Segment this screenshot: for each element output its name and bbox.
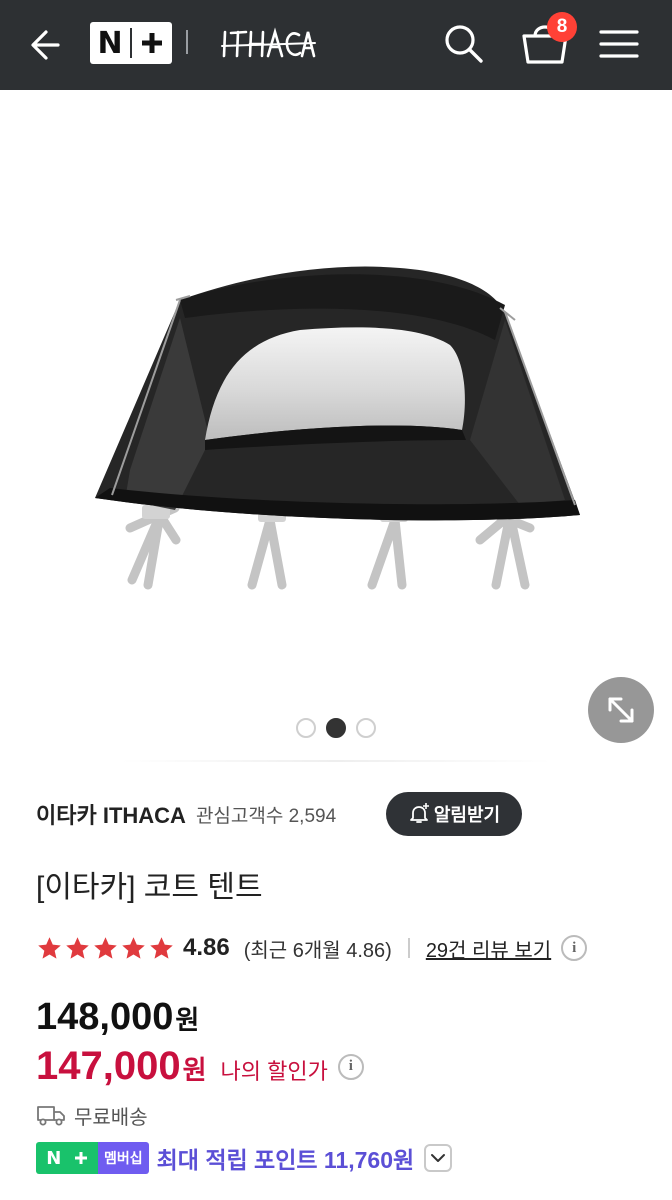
info-icon[interactable]: i — [337, 1053, 364, 1080]
plus-icon — [74, 1152, 87, 1164]
shipping-label: 무료배송 — [74, 1106, 148, 1129]
n-letter: N — [97, 25, 123, 61]
header-divider — [186, 30, 188, 54]
sale-price-value: 147,000 — [36, 1044, 181, 1088]
bell-plus-icon — [409, 803, 429, 823]
notification-button-label: 알림받기 — [433, 805, 501, 825]
expand-diagonal-icon — [608, 697, 634, 723]
pagination-dot[interactable] — [356, 718, 376, 738]
plus-icon — [132, 22, 172, 64]
rating-score: 4.86 — [183, 934, 230, 961]
product-image — [95, 266, 580, 590]
store-info-row: 이타카 ITHACA 관심고객수 2,594 — [36, 790, 636, 838]
product-title: [이타카] 코트 텐트 — [36, 871, 263, 904]
star-icon — [94, 936, 117, 959]
gallery-pagination — [296, 718, 380, 738]
original-price-unit: 원 — [175, 1005, 200, 1035]
membership-points-row[interactable]: N 멤버십 최대 적립 포인트 11,760원 — [36, 1140, 453, 1176]
reviews-link[interactable]: 29건 리뷰 보기 — [426, 934, 551, 963]
naver-plus-logo[interactable]: N — [90, 22, 172, 64]
product-image-gallery[interactable] — [0, 90, 672, 762]
arrow-left-icon[interactable] — [24, 22, 70, 68]
chevron-down-icon[interactable] — [424, 1144, 453, 1172]
original-price: 148,000 원 — [36, 996, 199, 1039]
expand-image-button[interactable] — [588, 677, 654, 743]
max-points-text: 최대 적립 포인트 11,760원 — [156, 1147, 415, 1173]
info-icon[interactable]: i — [561, 935, 588, 961]
rating-stars — [36, 935, 175, 962]
membership-label: 멤버십 — [98, 1142, 149, 1174]
star-icon — [150, 936, 173, 959]
star-icon — [122, 936, 145, 959]
notification-subscribe-button[interactable]: 알림받기 — [386, 792, 522, 836]
original-price-value: 148,000 — [36, 996, 174, 1038]
search-icon[interactable] — [440, 20, 486, 66]
sale-price-unit: 원 — [182, 1055, 207, 1085]
shipping-row: 무료배송 — [36, 1100, 148, 1130]
n-letter: N — [46, 1147, 62, 1169]
sale-price: 147,000 원 나의 할인가 i — [36, 1044, 364, 1089]
delivery-truck-icon — [37, 1106, 65, 1126]
store-fans-count: 관심고객수 2,594 — [195, 805, 337, 827]
sale-price-label: 나의 할인가 — [220, 1059, 328, 1084]
star-icon — [66, 936, 89, 959]
store-name[interactable]: 이타카 ITHACA — [36, 798, 186, 830]
naver-plus-membership-badge: N 멤버십 — [36, 1142, 149, 1174]
top-bar: N — [0, 0, 672, 90]
hamburger-menu-icon[interactable] — [598, 24, 640, 64]
star-icon — [38, 936, 61, 959]
pagination-dot-active[interactable] — [326, 718, 346, 738]
divider — [120, 760, 552, 762]
ithaca-brand-logo[interactable] — [220, 22, 316, 64]
pagination-dot[interactable] — [296, 718, 316, 738]
cart-count-badge: 8 — [547, 12, 577, 42]
rating-row: 4.86 (최근 6개월 4.86) 29건 리뷰 보기 i — [36, 930, 656, 966]
naver-plus-mark: N — [36, 1142, 98, 1174]
divider — [407, 938, 410, 958]
recent-rating: (최근 6개월 4.86) — [243, 939, 392, 962]
